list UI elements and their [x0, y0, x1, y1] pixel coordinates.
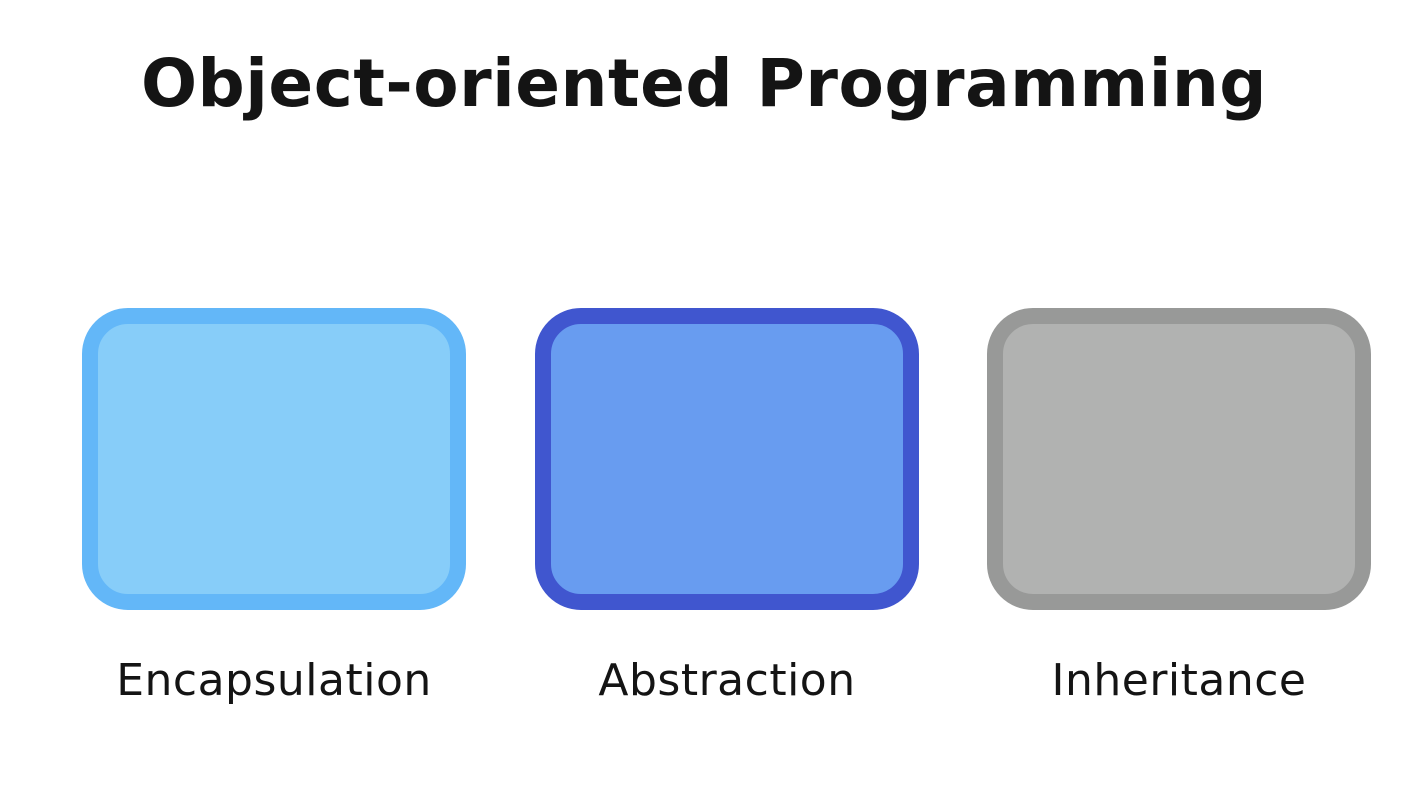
concept-encapsulation: Encapsulation [82, 308, 466, 706]
encapsulation-label: Encapsulation [116, 655, 432, 706]
abstraction-box [535, 308, 919, 610]
concept-abstraction: Abstraction [535, 308, 919, 706]
concept-inheritance: Inheritance [987, 308, 1371, 706]
inheritance-label: Inheritance [1051, 655, 1307, 706]
encapsulation-box [82, 308, 466, 610]
inheritance-box [987, 308, 1371, 610]
abstraction-label: Abstraction [598, 655, 856, 706]
page-title: Object-oriented Programming [140, 45, 1268, 122]
